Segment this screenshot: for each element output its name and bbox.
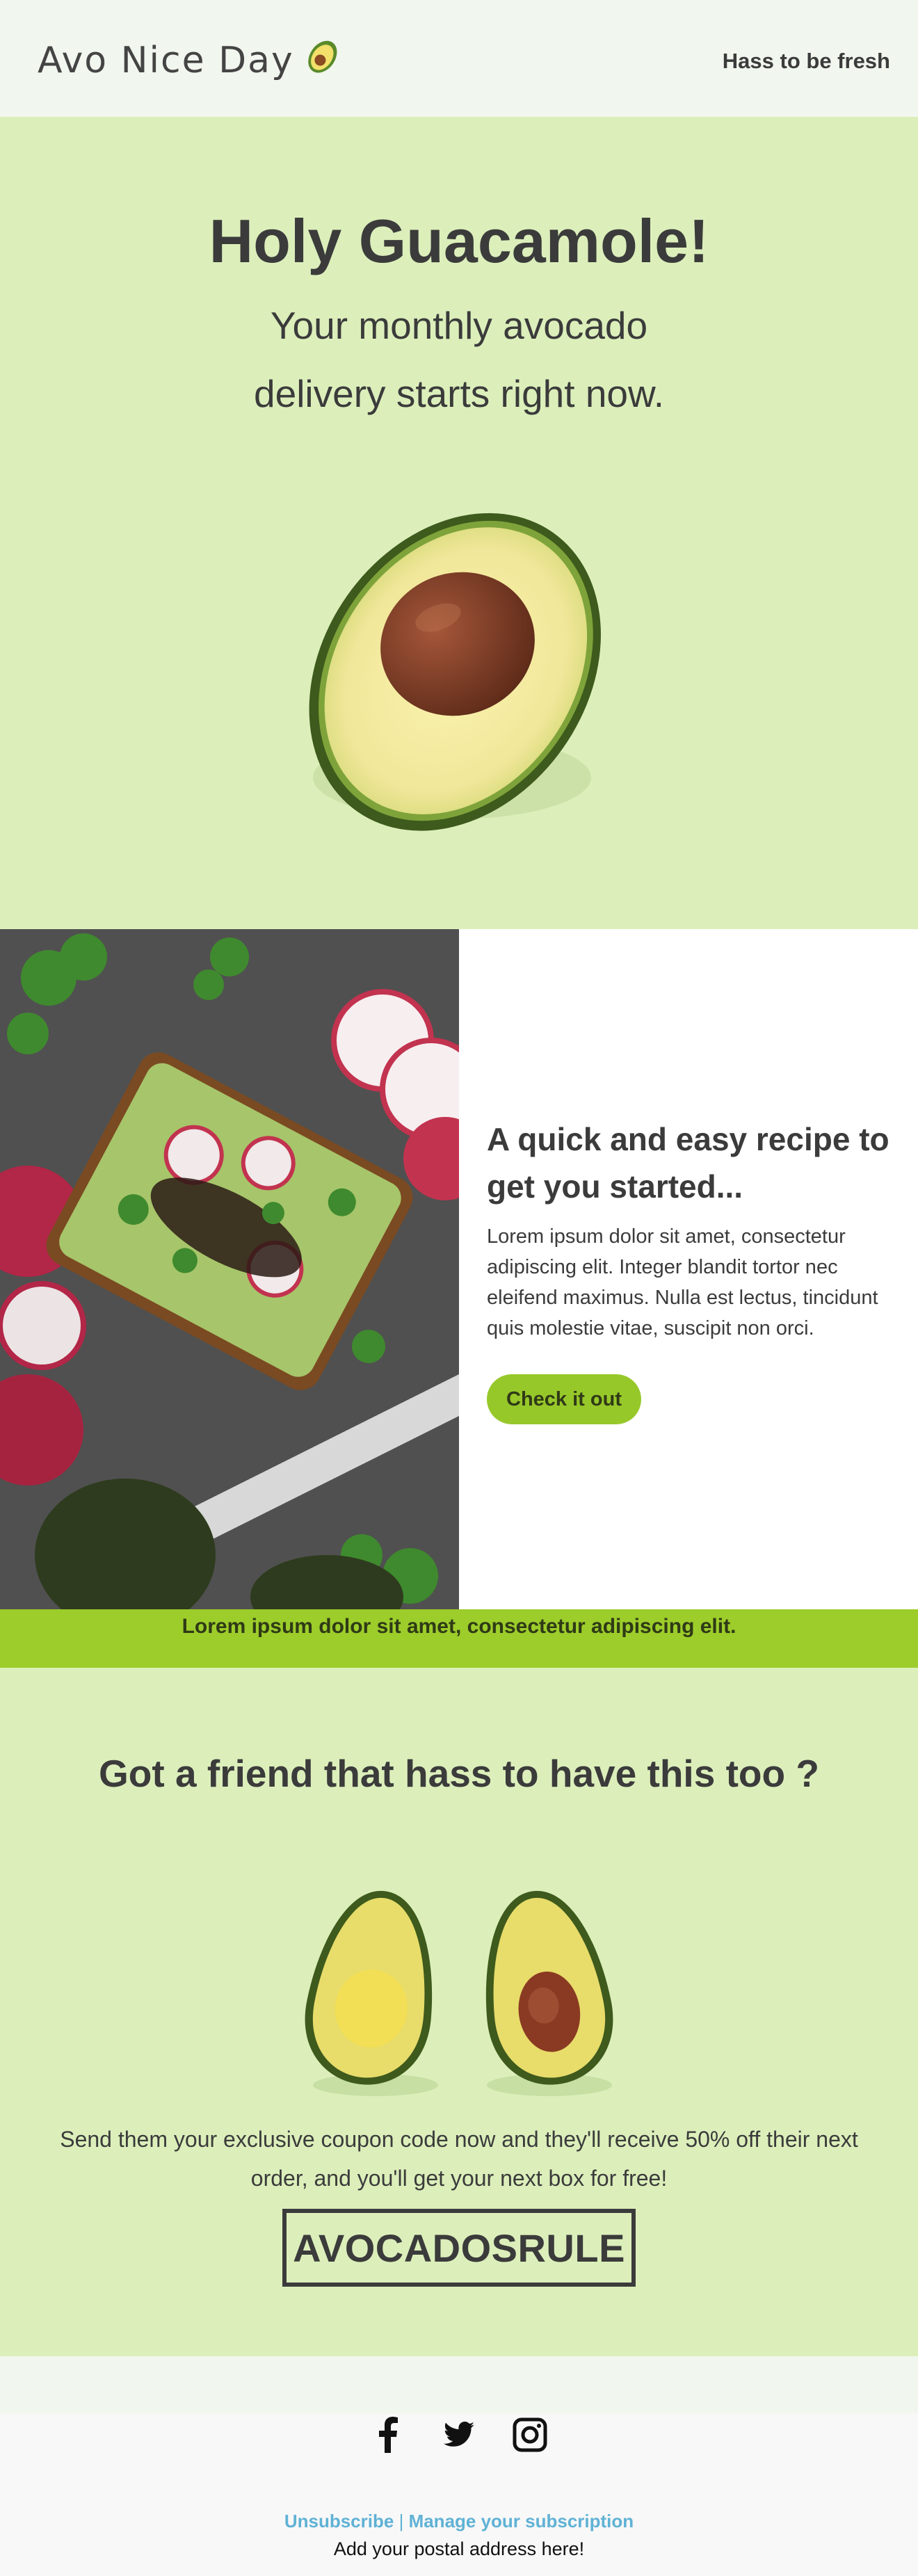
brand-logo[interactable]: Avo Nice Day: [38, 35, 343, 86]
check-it-out-button[interactable]: Check it out: [487, 1374, 641, 1424]
two-avocado-halves-image: [292, 1876, 626, 2102]
social-links: [0, 2416, 918, 2454]
hero-title: Holy Guacamole!: [209, 207, 709, 275]
referral-body: Send them your exclusive coupon code now…: [60, 2127, 858, 2191]
banner-text: Lorem ipsum dolor sit amet, consectetur …: [182, 1615, 736, 1638]
recipe-body: Lorem ipsum dolor sit amet, consectetur …: [487, 1225, 878, 1339]
postal-address: Add your postal address here!: [333, 2538, 585, 2559]
halved-avocado-image: [278, 492, 640, 858]
hero-section: Holy Guacamole! Your monthly avocado del…: [0, 117, 918, 929]
email-header: Avo Nice Day Hass to be fresh: [0, 0, 918, 117]
referral-section: Got a friend that hass to have this too …: [0, 1668, 918, 2356]
twitter-icon[interactable]: [440, 2416, 478, 2454]
hero-subtitle-line1: Your monthly avocado: [270, 304, 648, 347]
unsubscribe-link[interactable]: Unsubscribe: [284, 2511, 394, 2531]
avocado-icon: [304, 35, 343, 86]
logo-text: Avo Nice Day: [38, 39, 294, 81]
avocado-toast-photo: [0, 929, 459, 1609]
manage-subscription-link[interactable]: Manage your subscription: [409, 2511, 634, 2531]
link-separator: |: [398, 2511, 404, 2531]
email-footer: Unsubscribe | Manage your subscription A…: [0, 2413, 918, 2576]
header-tagline: Hass to be fresh: [722, 49, 890, 73]
recipe-section: A quick and easy recipe to get you start…: [0, 929, 918, 1609]
footer-divider-band: [0, 2356, 918, 2413]
coupon-code[interactable]: AVOCADOSRULE: [282, 2209, 636, 2287]
promo-banner: Lorem ipsum dolor sit amet, consectetur …: [0, 1609, 918, 1668]
facebook-icon[interactable]: [369, 2416, 407, 2454]
recipe-title: A quick and easy recipe to get you start…: [487, 1121, 889, 1205]
referral-title: Got a friend that hass to have this too …: [99, 1752, 819, 1795]
hero-subtitle-line2: delivery starts right now.: [254, 372, 664, 415]
footer-links: Unsubscribe | Manage your subscription: [0, 2511, 918, 2532]
instagram-icon[interactable]: [511, 2416, 549, 2454]
